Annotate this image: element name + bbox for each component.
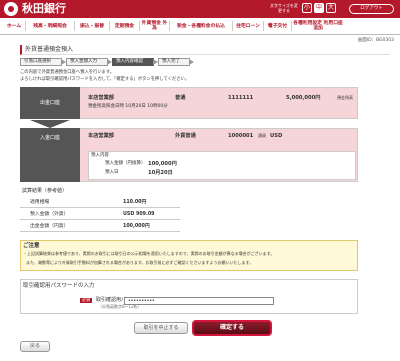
to-currency: USD — [270, 133, 283, 139]
page-title: 外貨普通預金預入 — [20, 45, 390, 55]
nav-item-transfer[interactable]: 振込・振替 — [76, 24, 108, 29]
to-currency-label: 通貨 — [258, 133, 266, 138]
result-row: 出金金額（円貨） 100,000円 — [20, 221, 180, 232]
down-arrow-icon — [30, 120, 70, 128]
step-enter-amount: 預入金額入力 — [66, 58, 112, 66]
from-account-number: 1111111 — [228, 95, 254, 101]
instruction-line: よろしければ取引確認用パスワードを入力して、「確定する」ボタンを押してください。 — [20, 77, 190, 82]
to-type: 外貨普通 — [175, 133, 196, 139]
password-input[interactable]: •••••••••• — [124, 297, 274, 305]
font-size-note: 文字サイズを変更する — [270, 3, 298, 13]
nav-item-balance[interactable]: 残高・明細照会 — [27, 24, 73, 29]
from-balance: 5,000,000円 — [286, 95, 321, 101]
deposit-amount: 100,000円 — [148, 161, 177, 167]
step-confirm: 預入内容確認 — [112, 58, 158, 66]
font-size-medium-button[interactable]: 中 — [314, 3, 324, 13]
to-account-number: 1000001 — [228, 133, 254, 139]
result-value: 110.00円 — [123, 200, 147, 205]
nav-item-home[interactable]: ホーム — [4, 24, 24, 29]
logout-button[interactable]: ログアウト — [349, 4, 394, 14]
result-label: 出金金額（円貨） — [30, 224, 69, 229]
from-balance-suffix: 預金残高 — [337, 95, 353, 100]
cancel-button[interactable]: 取引を中止する — [134, 322, 188, 334]
notice-line: ・上記試算結果は参考値であり、実際のお取引には取引日の公示相場を適用いたしますの… — [23, 251, 275, 256]
deposit-date: 10月20日 — [148, 170, 173, 176]
nav-item-e-delivery[interactable]: 電子交付 — [265, 24, 290, 29]
nav-divider — [109, 21, 110, 31]
nav-item-housing-loan[interactable]: 住宅ローン — [234, 24, 262, 29]
from-balance-time: 預金残高照会日時 10月20日 10時00分 — [88, 104, 168, 109]
deposit-detail-title: 預入内容 — [91, 153, 109, 158]
font-size-large-button[interactable]: 大 — [326, 3, 336, 13]
nav-divider — [25, 21, 26, 31]
from-type: 普通 — [175, 95, 186, 101]
notice-title: ご注意 — [23, 243, 40, 249]
nav-divider — [139, 21, 140, 31]
required-badge: 必須 — [80, 297, 92, 303]
nav-divider — [232, 21, 233, 31]
step-complete: 預入完了 — [158, 58, 194, 66]
nav-divider — [291, 21, 292, 31]
font-size-small-button[interactable]: 小 — [302, 3, 312, 13]
results-title: 試算結果（参考値） — [22, 188, 68, 194]
nav-divider — [74, 21, 75, 31]
back-button[interactable]: 戻る — [20, 341, 50, 352]
result-value: 100,000円 — [123, 224, 150, 229]
notice-line: また、端数等により外貨取引手数料が加算される場合があります。お取引前に必ずご確認… — [26, 260, 254, 265]
deposit-amount-label: 預入金額（円換算） — [105, 161, 146, 166]
result-row: 預入金額（外貨） USD 909.09 — [20, 209, 180, 220]
deposit-date-label: 預入日 — [105, 170, 119, 175]
nav-divider — [169, 21, 170, 31]
result-label: 適用相場 — [30, 200, 50, 205]
nav-item-settings[interactable]: 各種利用設定 利用口座追加 — [293, 21, 343, 31]
confirm-button[interactable]: 確定する — [192, 320, 272, 336]
nav-item-payments[interactable]: 税金・各種料金の払込 — [171, 24, 231, 29]
from-account-label: 出金口座 — [20, 87, 80, 119]
password-section-title: 取引確認用パスワードの入力 — [23, 283, 95, 289]
nav-item-foreign-deposit[interactable]: 外貨預金 外為 — [141, 21, 168, 31]
screen-id: 画面ID：BG0303 — [357, 38, 394, 43]
instruction-line: この内容で外貨普通預金口座へ預入を行います。 — [20, 70, 115, 75]
to-account-label: 入金口座 — [20, 128, 80, 182]
from-branch: 本店営業部 — [88, 95, 114, 101]
step-select-account: 引落口座選択 — [20, 58, 66, 66]
password-hint: （半角英数字6〜12桁） — [98, 304, 142, 309]
result-value: USD 909.09 — [123, 212, 155, 217]
bank-name: 秋田銀行 — [22, 2, 66, 15]
to-branch: 本店営業部 — [88, 133, 114, 139]
bank-logo-icon — [4, 2, 18, 16]
nav-item-time-deposit[interactable]: 定期預金 — [111, 24, 138, 29]
nav-divider — [263, 21, 264, 31]
result-label: 預入金額（外貨） — [30, 212, 69, 217]
result-row: 適用相場 110.00円 — [20, 197, 180, 208]
